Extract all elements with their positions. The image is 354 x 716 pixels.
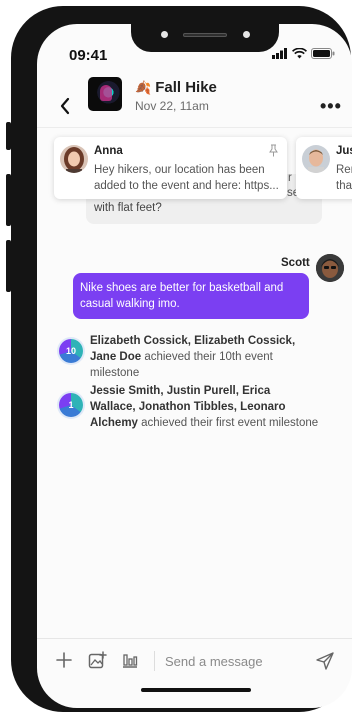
- phone-frame: 09:41 🍂 Fall Hike Nov 22, 11am ••• with …: [6, 6, 352, 712]
- pin-icon[interactable]: [268, 144, 279, 157]
- milestone-text: Jessie Smith, Justin Purell, Erica Walla…: [90, 383, 319, 431]
- message-composer: [37, 639, 352, 681]
- mute-switch: [6, 122, 11, 150]
- milestone-item: 1 Jessie Smith, Justin Purell, Erica Wal…: [59, 383, 319, 431]
- more-options-icon[interactable]: •••: [320, 96, 342, 117]
- milestone-text: Elizabeth Cossick, Elizabeth Cossick, Ja…: [90, 333, 319, 381]
- avatar: [302, 145, 330, 173]
- hidden-fragment-1: r: [288, 172, 292, 184]
- signal-icon: [272, 48, 287, 59]
- pinned-sender-name: Anna: [94, 145, 123, 157]
- battery-icon: [311, 48, 335, 59]
- leaf-emoji: 🍂: [135, 79, 152, 95]
- volume-up-button: [6, 174, 11, 226]
- pinned-message-card[interactable]: Anna Hey hikers, our location has been a…: [54, 137, 287, 199]
- pinned-message-text: Rem that: [336, 164, 352, 192]
- screen: 09:41 🍂 Fall Hike Nov 22, 11am ••• with …: [37, 24, 352, 708]
- sender-name: Scott: [281, 257, 310, 269]
- plus-icon[interactable]: [55, 651, 73, 669]
- pinned-sender-name: Jus: [336, 145, 352, 157]
- pinned-message-text: Hey hikers, our location has been added …: [94, 164, 279, 192]
- back-chevron-icon[interactable]: [57, 96, 73, 116]
- event-thumbnail[interactable]: [88, 77, 122, 111]
- avatar[interactable]: [316, 254, 344, 282]
- poll-chart-icon[interactable]: [121, 651, 139, 669]
- event-title-row: 🍂 Fall Hike: [135, 79, 217, 96]
- pinned-message-card[interactable]: Jus Rem that: [296, 137, 352, 199]
- header-divider: [37, 127, 352, 128]
- message-text: with flat feet?: [94, 202, 162, 214]
- volume-down-button: [6, 240, 11, 292]
- message-input[interactable]: [165, 649, 315, 673]
- event-title: Fall Hike: [155, 79, 217, 96]
- wifi-icon: [292, 48, 307, 59]
- event-date: Nov 22, 11am: [135, 99, 209, 113]
- milestone-badge: 1: [59, 393, 83, 417]
- home-indicator[interactable]: [141, 688, 251, 692]
- sensor-dot: [243, 31, 250, 38]
- milestone-badge: 10: [59, 339, 83, 363]
- avatar: [60, 145, 88, 173]
- speaker: [183, 33, 227, 37]
- add-image-icon[interactable]: [88, 651, 107, 670]
- status-icons: [272, 48, 335, 59]
- notch: [131, 24, 279, 52]
- milestone-description: achieved their first event milestone: [137, 417, 319, 429]
- camera-dot: [161, 31, 168, 38]
- milestone-item: 10 Elizabeth Cossick, Elizabeth Cossick,…: [59, 333, 319, 381]
- composer-separator: [154, 651, 155, 671]
- message-bubble-sent[interactable]: Nike shoes are better for basketball and…: [73, 273, 309, 319]
- status-time: 09:41: [69, 47, 108, 64]
- send-icon[interactable]: [315, 651, 335, 671]
